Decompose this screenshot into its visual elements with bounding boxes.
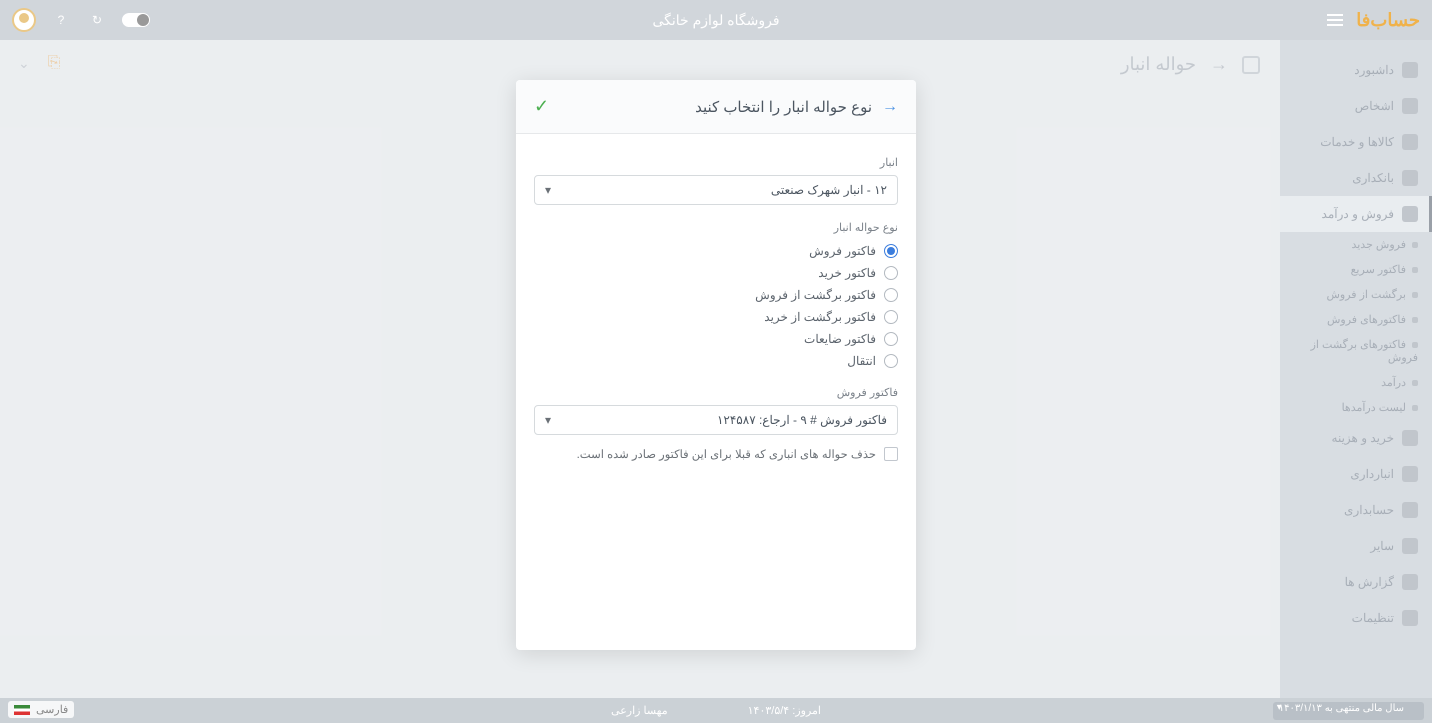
today-label: امروز:	[792, 705, 821, 717]
sidebar-sub-new-sale[interactable]: فروش جدید	[1280, 232, 1432, 257]
today-value: ۱۴۰۳/۵/۴	[748, 705, 790, 717]
warehouse-select[interactable]: ۱۲ - انبار شهرک صنعتی ▾	[534, 175, 898, 205]
sidebar-item-products[interactable]: کالاها و خدمات	[1280, 124, 1432, 160]
sidebar-label: حسابداری	[1344, 503, 1394, 517]
theme-toggle[interactable]	[122, 13, 150, 27]
radio-icon	[884, 244, 898, 258]
sidebar-label: گزارش ها	[1345, 575, 1394, 589]
modal-body: انبار ۱۲ - انبار شهرک صنعتی ▾ نوع حواله …	[516, 134, 916, 475]
sidebar-sub-income[interactable]: درآمد	[1280, 370, 1432, 395]
book-icon	[1402, 502, 1418, 518]
radio-waste[interactable]: فاکتور ضایعات	[534, 328, 898, 350]
warehouse-icon	[1402, 466, 1418, 482]
type-radio-group: فاکتور فروش فاکتور خرید فاکتور برگشت از …	[534, 240, 898, 372]
brand-logo[interactable]: حساب‌فا	[1356, 10, 1420, 31]
sidebar-sub-return-sale[interactable]: برگشت از فروش	[1280, 282, 1432, 307]
sidebar-item-banking[interactable]: بانکداری	[1280, 160, 1432, 196]
caret-down-icon: ▾	[545, 413, 551, 427]
warehouse-label: انبار	[534, 156, 898, 169]
box-icon	[1402, 134, 1418, 150]
sidebar-item-warehouse[interactable]: انبارداری	[1280, 456, 1432, 492]
radio-purchase-invoice[interactable]: فاکتور خرید	[534, 262, 898, 284]
sidebar-item-sales[interactable]: فروش و درآمد	[1280, 196, 1432, 232]
radio-icon	[884, 354, 898, 368]
settings-icon	[1402, 610, 1418, 626]
warehouse-transfer-modal: → نوع حواله انبار را انتخاب کنید ✓ انبار…	[516, 80, 916, 650]
radio-transfer[interactable]: انتقال	[534, 350, 898, 372]
invoice-value: فاکتور فروش # ۹ - ارجاع: ۱۲۴۵۸۷	[717, 413, 887, 427]
invoice-select[interactable]: فاکتور فروش # ۹ - ارجاع: ۱۲۴۵۸۷ ▾	[534, 405, 898, 435]
sidebar-label: انبارداری	[1350, 467, 1394, 481]
sidebar-label: داشبورد	[1354, 63, 1394, 77]
cart-icon	[1402, 206, 1418, 222]
sidebar-sub-quick-invoice[interactable]: فاکتور سریع	[1280, 257, 1432, 282]
sidebar-label: فروش و درآمد	[1322, 207, 1394, 221]
sidebar-item-other[interactable]: سایر	[1280, 528, 1432, 564]
chart-icon	[1402, 574, 1418, 590]
grid-icon	[1402, 538, 1418, 554]
sidebar-sub-sale-invoices[interactable]: فاکتورهای فروش	[1280, 307, 1432, 332]
topbar: حساب‌فا فروشگاه لوازم خانگی ↻ ?	[0, 0, 1432, 40]
dashboard-icon	[1402, 62, 1418, 78]
sidebar-item-settings[interactable]: تنظیمات	[1280, 600, 1432, 636]
radio-icon	[884, 288, 898, 302]
people-icon	[1402, 98, 1418, 114]
language-selector[interactable]: فارسی	[8, 701, 74, 718]
radio-return-purchase[interactable]: فاکتور برگشت از خرید	[534, 306, 898, 328]
hamburger-icon	[1327, 14, 1343, 26]
sidebar-item-persons[interactable]: اشخاص	[1280, 88, 1432, 124]
refresh-icon[interactable]: ↻	[86, 9, 108, 31]
radio-return-sale[interactable]: فاکتور برگشت از فروش	[534, 284, 898, 306]
modal-title: نوع حواله انبار را انتخاب کنید	[695, 98, 872, 116]
menu-toggle[interactable]	[1324, 9, 1346, 31]
sidebar-item-accounting[interactable]: حسابداری	[1280, 492, 1432, 528]
checkbox-icon	[884, 447, 898, 461]
modal-back-icon[interactable]: →	[882, 98, 898, 116]
sidebar-item-dashboard[interactable]: داشبورد	[1280, 52, 1432, 88]
sidebar-label: کالاها و خدمات	[1320, 135, 1394, 149]
app-title: فروشگاه لوازم خانگی	[652, 12, 779, 29]
type-label: نوع حواله انبار	[534, 221, 898, 234]
current-user: مهسا زارعی	[611, 704, 668, 717]
sidebar-label: خرید و هزینه	[1332, 431, 1394, 445]
sidebar: داشبورد اشخاص کالاها و خدمات بانکداری فر…	[1280, 40, 1432, 698]
sidebar-sub-income-list[interactable]: لیست درآمدها	[1280, 395, 1432, 420]
sidebar-label: سایر	[1370, 539, 1394, 553]
bank-icon	[1402, 170, 1418, 186]
sidebar-label: تنظیمات	[1352, 611, 1394, 625]
fiscal-year-select[interactable]: سال مالی منتهی به ۱۴۰۳/۱/۱۳	[1273, 702, 1424, 720]
sidebar-sub-return-sale-invoices[interactable]: فاکتورهای برگشت از فروش	[1280, 332, 1432, 370]
radio-icon	[884, 266, 898, 280]
help-icon[interactable]: ?	[50, 9, 72, 31]
sidebar-item-purchase[interactable]: خرید و هزینه	[1280, 420, 1432, 456]
radio-icon	[884, 332, 898, 346]
caret-down-icon: ▾	[545, 183, 551, 197]
invoice-label: فاکتور فروش	[534, 386, 898, 399]
radio-sale-invoice[interactable]: فاکتور فروش	[534, 240, 898, 262]
radio-icon	[884, 310, 898, 324]
avatar[interactable]	[12, 8, 36, 32]
modal-header: → نوع حواله انبار را انتخاب کنید ✓	[516, 80, 916, 134]
warehouse-value: ۱۲ - انبار شهرک صنعتی	[771, 183, 887, 197]
delete-previous-label: حذف حواله های انباری که قبلا برای این فا…	[577, 447, 876, 461]
bag-icon	[1402, 430, 1418, 446]
bottombar: سال مالی منتهی به ۱۴۰۳/۱/۱۳ امروز: ۱۴۰۳/…	[0, 698, 1432, 723]
confirm-button[interactable]: ✓	[534, 96, 549, 117]
sidebar-item-reports[interactable]: گزارش ها	[1280, 564, 1432, 600]
sidebar-label: بانکداری	[1352, 171, 1394, 185]
sidebar-label: اشخاص	[1355, 99, 1394, 113]
flag-icon	[14, 705, 30, 715]
delete-previous-row[interactable]: حذف حواله های انباری که قبلا برای این فا…	[534, 447, 898, 461]
